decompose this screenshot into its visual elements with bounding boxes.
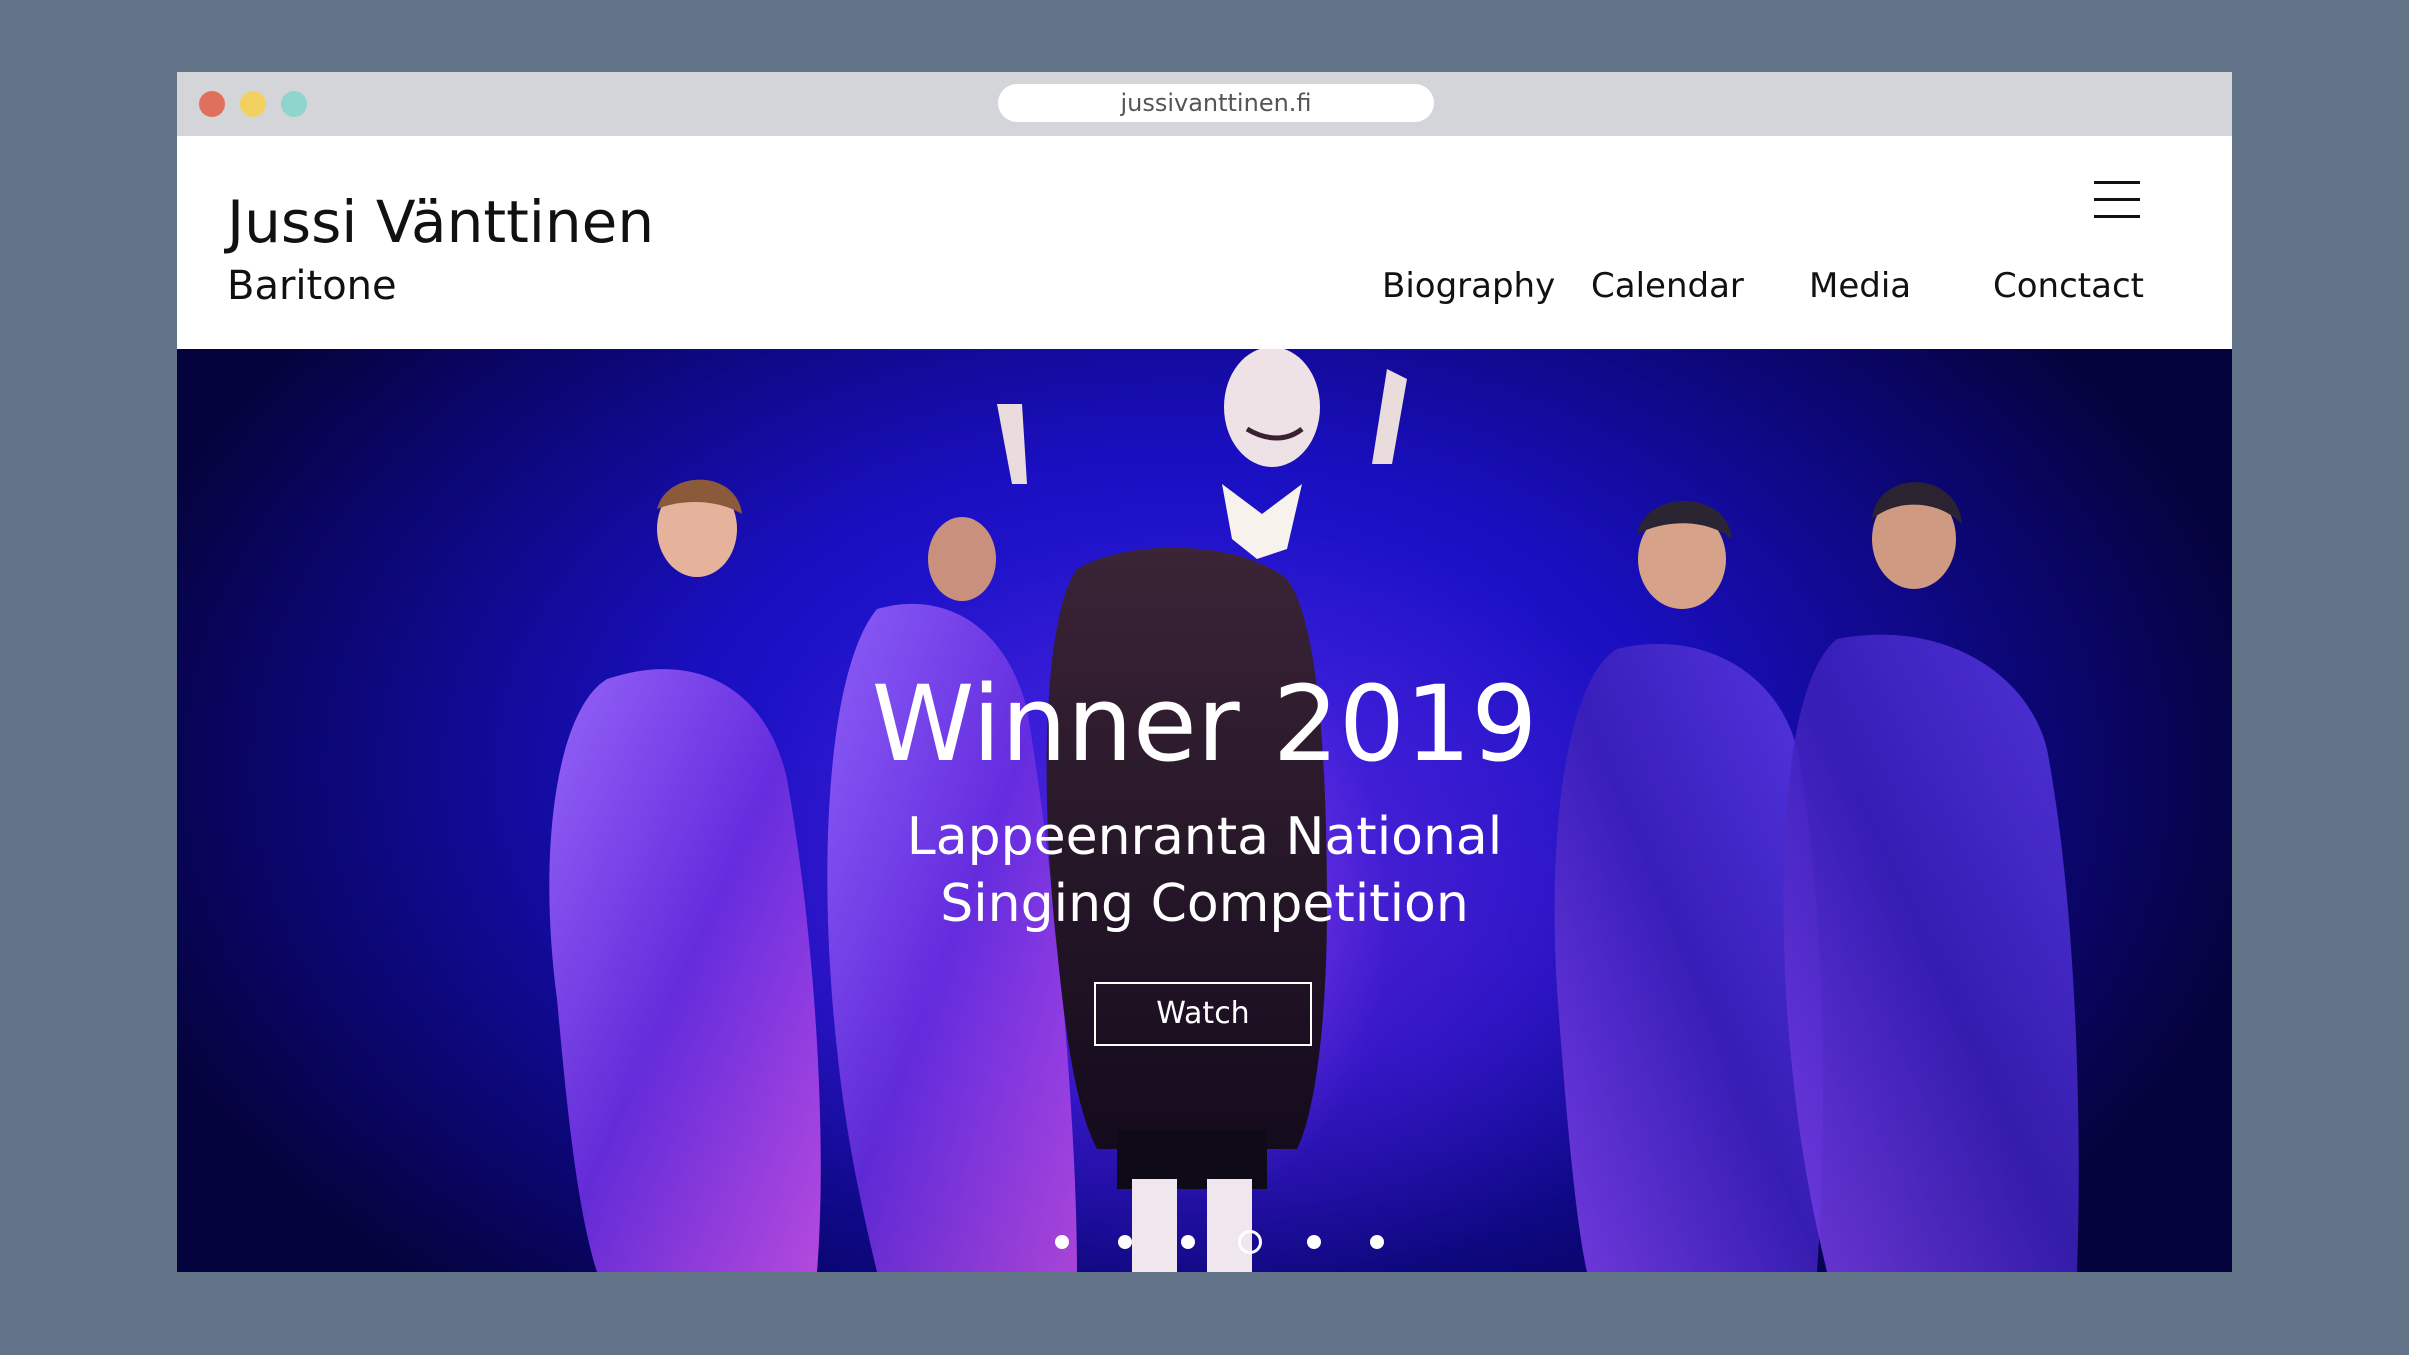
site-subtitle: Baritone [227,263,397,309]
watch-button[interactable]: Watch [1094,982,1312,1046]
performer-second-head [928,517,996,601]
carousel-dot-2[interactable] [1118,1235,1132,1249]
nav-link-calendar[interactable]: Calendar [1591,262,1744,310]
hamburger-menu-icon[interactable] [2094,180,2140,220]
close-window-dot[interactable] [199,91,225,117]
menu-line [2094,181,2140,184]
hero-banner: Winner 2019 Lappeenranta National Singin… [177,349,2232,1272]
nav-link-media[interactable]: Media [1809,262,1911,310]
central-singer-leg-left [1132,1179,1177,1272]
menu-line [2094,215,2140,218]
minimize-window-dot[interactable] [240,91,266,117]
site-title[interactable]: Jussi Vänttinen [227,188,654,256]
carousel-dot-3[interactable] [1181,1235,1195,1249]
browser-window: jussivanttinen.fi Jussi Vänttinen Barito… [177,72,2232,1272]
carousel-dot-4-active[interactable] [1238,1230,1262,1254]
hero-subtitle-line-2: Singing Competition [940,874,1469,934]
hero-title: Winner 2019 [871,663,1538,785]
carousel-dot-6[interactable] [1370,1235,1384,1249]
nav-link-contact[interactable]: Conctact [1993,262,2144,310]
nav-link-biography[interactable]: Biography [1382,262,1555,310]
address-bar[interactable]: jussivanttinen.fi [998,84,1434,122]
hero-subtitle-line-1: Lappeenranta National [906,807,1503,867]
carousel-dot-1[interactable] [1055,1235,1069,1249]
carousel-dot-5[interactable] [1307,1235,1321,1249]
central-singer-leg-right [1207,1179,1252,1272]
site-header: Jussi Vänttinen Baritone Biography Calen… [177,136,2232,349]
central-singer-head [1224,349,1320,467]
maximize-window-dot[interactable] [281,91,307,117]
menu-line [2094,198,2140,201]
hero-subtitle: Lappeenranta National Singing Competitio… [177,804,2232,938]
browser-chrome: jussivanttinen.fi [177,72,2232,136]
